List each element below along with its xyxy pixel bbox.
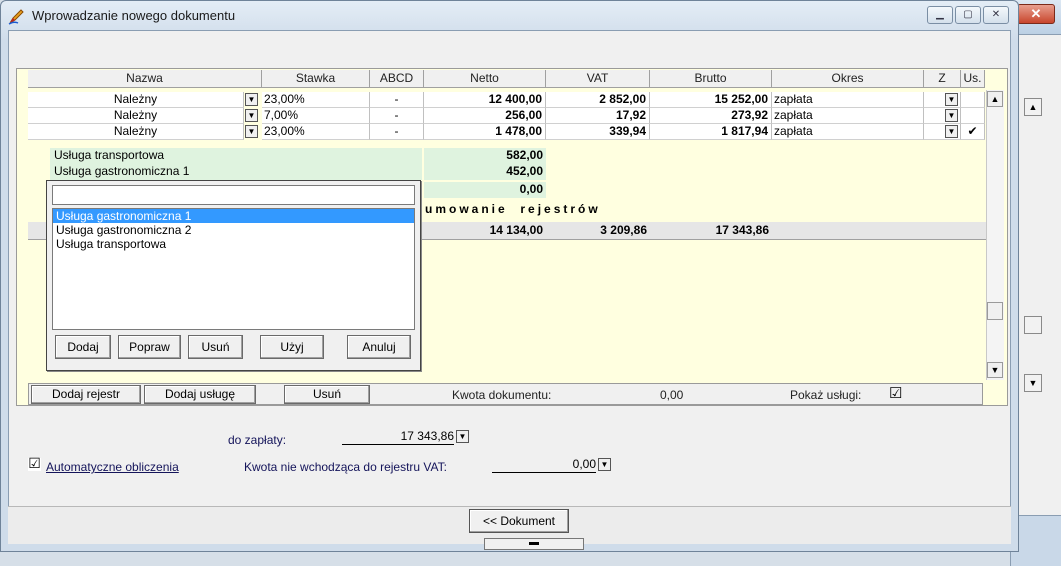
document-amount-label: Kwota dokumentu: [452,388,552,402]
row-netto[interactable]: 12 400,00 [424,92,546,108]
service-row-netto: 582,00 [424,148,546,164]
service-list-item[interactable]: Usługa gastronomiczna 1 [53,209,414,223]
row-netto[interactable]: 256,00 [424,108,546,124]
column-header-vat[interactable]: VAT [546,70,650,88]
delete-button[interactable]: Usuń [284,385,370,404]
scroll-down-icon[interactable]: ▼ [987,362,1003,378]
minimize-button[interactable]: ▁ [927,6,953,24]
to-pay-value[interactable]: 17 343,86 [342,428,454,445]
row-nazwa[interactable]: Należny [28,124,244,140]
column-header-okres[interactable]: Okres [772,70,924,88]
row-stawka[interactable]: 23,00% [262,124,370,140]
row-brutto[interactable]: 273,92 [650,108,772,124]
column-header-brutto[interactable]: Brutto [650,70,772,88]
z-dropdown-icon[interactable]: ▼ [945,109,958,122]
nazwa-dropdown-icon[interactable]: ▼ [245,125,258,138]
row-vat[interactable]: 2 852,00 [546,92,650,108]
add-register-button[interactable]: Dodaj rejestr [31,385,141,404]
row-stawka[interactable]: 23,00% [262,92,370,108]
app-pen-icon [8,7,26,25]
nazwa-dropdown-icon[interactable]: ▼ [245,109,258,122]
summary-label: umowanie rejestrów [425,202,601,216]
column-header-z[interactable]: Z [924,70,961,88]
background-scroll-thumb[interactable] [1024,316,1042,334]
popup-delete-button[interactable]: Usuń [188,335,243,359]
column-header-abcd[interactable]: ABCD [370,70,424,88]
document-amount-value: 0,00 [660,388,684,402]
scroll-thumb[interactable] [987,302,1003,320]
service-row-netto: 0,00 [424,182,546,198]
service-row-name[interactable]: Usługa gastronomiczna 1 [50,164,422,180]
service-list-item[interactable]: Usługa gastronomiczna 2 [53,223,414,237]
z-dropdown-icon[interactable]: ▼ [945,93,958,106]
summary-brutto: 17 343,86 [650,222,772,240]
row-us[interactable]: ✔ [961,124,985,140]
service-row-name[interactable]: Usługa transportowa [50,148,422,164]
row-abcd[interactable]: - [370,108,424,124]
service-row-netto: 452,00 [424,164,546,180]
background-window-close-button[interactable]: ✕ [1017,4,1055,24]
non-vat-value[interactable]: 0,00 [492,456,596,473]
scroll-up-icon[interactable]: ▲ [987,91,1003,107]
maximize-button[interactable]: ▢ [955,6,981,24]
service-search-input[interactable] [52,185,415,205]
row-us[interactable] [961,108,985,124]
z-dropdown-icon[interactable]: ▼ [945,125,958,138]
add-service-button[interactable]: Dodaj usługę [144,385,256,404]
row-okres[interactable]: zapłata [772,92,924,108]
non-vat-dropdown-icon[interactable]: ▼ [598,458,611,471]
row-okres[interactable]: zapłata [772,124,924,140]
row-netto[interactable]: 1 478,00 [424,124,546,140]
row-vat[interactable]: 339,94 [546,124,650,140]
close-button[interactable]: ✕ [983,6,1009,24]
row-nazwa[interactable]: Należny [28,92,244,108]
row-okres[interactable]: zapłata [772,108,924,124]
non-vat-label: Kwota nie wchodząca do rejestru VAT: [244,460,447,474]
summary-row-rest [772,222,986,240]
column-header-netto[interactable]: Netto [424,70,546,88]
service-list-item[interactable]: Usługa transportowa [53,237,414,251]
to-pay-label: do zapłaty: [228,433,287,447]
to-pay-dropdown-icon[interactable]: ▼ [456,430,469,443]
row-vat[interactable]: 17,92 [546,108,650,124]
row-abcd[interactable]: - [370,92,424,108]
popup-use-button[interactable]: Użyj [260,335,324,359]
auto-calc-label[interactable]: Automatyczne obliczenia [46,460,179,474]
background-scroll-down-icon[interactable]: ▼ [1024,374,1042,392]
popup-add-button[interactable]: Dodaj [55,335,111,359]
row-brutto[interactable]: 15 252,00 [650,92,772,108]
summary-netto: 14 134,00 [424,222,546,240]
background-scroll-up-icon[interactable]: ▲ [1024,98,1042,116]
window-title: Wprowadzanie nowego dokumentu [32,8,236,23]
row-abcd[interactable]: - [370,124,424,140]
auto-calc-checkbox[interactable]: ☑ [28,456,41,471]
summary-vat: 3 209,86 [546,222,650,240]
grid-vertical-scrollbar[interactable] [986,90,1004,380]
show-services-checkbox[interactable]: ☑ [889,386,903,401]
row-us[interactable] [961,92,985,108]
popup-cancel-button[interactable]: Anuluj [347,335,411,359]
resize-grip[interactable]: ▬ [484,538,584,550]
row-brutto[interactable]: 1 817,94 [650,124,772,140]
show-services-label: Pokaż usługi: [790,388,862,402]
document-back-button[interactable]: << Dokument [469,509,569,533]
column-header-us[interactable]: Us. [961,70,985,88]
row-stawka[interactable]: 7,00% [262,108,370,124]
popup-edit-button[interactable]: Popraw [118,335,181,359]
column-header-nazwa[interactable]: Nazwa [28,70,262,88]
column-header-stawka[interactable]: Stawka [262,70,370,88]
row-nazwa[interactable]: Należny [28,108,244,124]
nazwa-dropdown-icon[interactable]: ▼ [245,93,258,106]
